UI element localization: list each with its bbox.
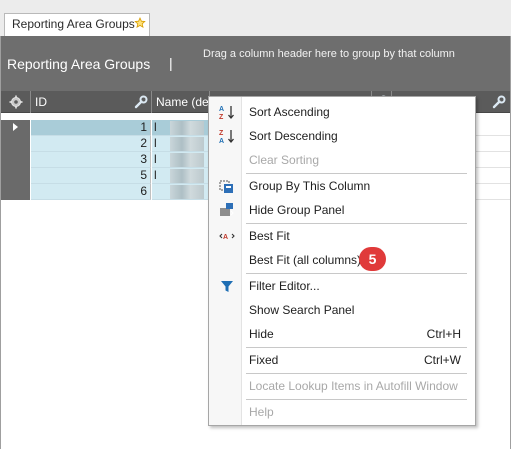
tab-reporting-area-groups[interactable]: Reporting Area Groups bbox=[4, 13, 150, 36]
name-cell-text: l bbox=[154, 168, 157, 182]
column-header-id[interactable]: ID bbox=[31, 91, 152, 113]
menu-item-best-fit-all-columns[interactable]: Best Fit (all columns) bbox=[210, 248, 476, 272]
blurred-content bbox=[170, 137, 204, 151]
menu-item-locate-lookup-items[interactable]: Locate Lookup Items in Autofill Window bbox=[210, 374, 476, 398]
menu-item-shortcut: Ctrl+H bbox=[426, 327, 461, 341]
current-row-arrow-icon bbox=[13, 123, 18, 131]
id-cell[interactable]: 2 bbox=[31, 136, 151, 152]
svg-text:A: A bbox=[219, 106, 224, 113]
row-indicator[interactable] bbox=[1, 120, 30, 136]
name-cell[interactable] bbox=[152, 184, 209, 200]
menu-item-label: Hide bbox=[249, 327, 274, 341]
tab-title: Reporting Area Groups bbox=[12, 17, 135, 31]
column-header-name[interactable]: Name (de bbox=[152, 91, 210, 113]
group-panel[interactable]: Reporting Area Groups | Drag a column he… bbox=[1, 36, 510, 91]
menu-item-label: Locate Lookup Items in Autofill Window bbox=[249, 379, 458, 393]
menu-item-label: Hide Group Panel bbox=[249, 203, 345, 217]
name-cell[interactable]: l bbox=[152, 136, 209, 152]
step-number-badge: 5 bbox=[359, 247, 386, 271]
menu-item-best-fit[interactable]: A Best Fit bbox=[210, 224, 476, 248]
column-header-name-label: Name (de bbox=[156, 95, 209, 109]
id-cell[interactable]: 5 bbox=[31, 168, 151, 184]
blurred-content bbox=[170, 121, 204, 135]
hide-group-panel-icon bbox=[220, 203, 234, 216]
menu-item-label: Best Fit bbox=[249, 229, 290, 243]
name-cell[interactable]: l bbox=[152, 168, 209, 184]
menu-item-label: Fixed bbox=[249, 353, 279, 367]
menu-item-fixed[interactable]: Fixed Ctrl+W bbox=[210, 348, 476, 372]
column-chooser-cell[interactable] bbox=[1, 91, 31, 113]
pin-icon[interactable] bbox=[134, 17, 146, 29]
group-panel-title: Reporting Area Groups bbox=[7, 56, 151, 72]
group-panel-separator: | bbox=[169, 55, 173, 71]
svg-text:A: A bbox=[219, 138, 224, 144]
gear-icon[interactable] bbox=[9, 95, 23, 109]
svg-text:Z: Z bbox=[219, 114, 224, 120]
menu-item-label: Sort Ascending bbox=[249, 105, 330, 119]
filter-icon bbox=[221, 281, 233, 292]
menu-item-label: Best Fit (all columns) bbox=[249, 253, 362, 267]
name-cell[interactable]: l bbox=[152, 120, 209, 136]
name-cell[interactable]: l bbox=[152, 152, 209, 168]
menu-item-show-search-panel[interactable]: Show Search Panel bbox=[210, 298, 476, 322]
menu-item-label: Show Search Panel bbox=[249, 303, 355, 317]
menu-item-filter-editor[interactable]: Filter Editor... bbox=[210, 274, 476, 298]
blurred-content bbox=[170, 185, 204, 199]
blurred-content bbox=[170, 169, 204, 183]
sort-ascending-icon: A Z bbox=[219, 106, 234, 120]
row-indicator[interactable] bbox=[1, 168, 30, 184]
row-indicator[interactable] bbox=[1, 152, 30, 168]
group-by-icon bbox=[219, 180, 233, 193]
svg-text:Z: Z bbox=[219, 130, 224, 137]
menu-item-sort-ascending[interactable]: A Z Sort Ascending bbox=[210, 100, 476, 124]
menu-item-shortcut: Ctrl+W bbox=[424, 353, 461, 367]
name-cell-text: l bbox=[154, 136, 157, 150]
id-cell[interactable]: 3 bbox=[31, 152, 151, 168]
menu-item-help[interactable]: Help bbox=[210, 400, 476, 424]
name-cell-text: l bbox=[154, 152, 157, 166]
menu-item-label: Group By This Column bbox=[249, 179, 371, 193]
menu-item-hide-group-panel[interactable]: Hide Group Panel bbox=[210, 198, 476, 222]
svg-text:A: A bbox=[223, 234, 228, 241]
menu-item-label: Filter Editor... bbox=[249, 279, 320, 293]
best-fit-icon: A bbox=[219, 233, 235, 241]
id-cell[interactable]: 1 bbox=[31, 120, 151, 136]
wrench-icon[interactable] bbox=[134, 95, 148, 109]
row-indicator[interactable] bbox=[1, 184, 30, 200]
menu-item-sort-descending[interactable]: Z A Sort Descending bbox=[210, 124, 476, 148]
menu-item-label: Help bbox=[249, 405, 274, 419]
document-tab-strip: Reporting Area Groups bbox=[0, 0, 511, 36]
menu-item-group-by-column[interactable]: Group By This Column bbox=[210, 174, 476, 198]
sort-descending-icon: Z A bbox=[219, 130, 234, 144]
menu-item-label: Sort Descending bbox=[249, 129, 338, 143]
menu-item-clear-sorting[interactable]: Clear Sorting bbox=[210, 148, 476, 172]
row-indicator[interactable] bbox=[1, 136, 30, 152]
name-cell-text: l bbox=[154, 120, 157, 134]
id-cell[interactable]: 6 bbox=[31, 184, 151, 200]
column-context-menu: A Z Sort Ascending Z A Sort Descending C… bbox=[208, 96, 476, 426]
menu-item-label: Clear Sorting bbox=[249, 153, 320, 167]
wrench-icon[interactable] bbox=[492, 95, 506, 109]
column-header-id-label: ID bbox=[35, 95, 47, 109]
blurred-content bbox=[170, 153, 204, 167]
group-panel-hint: Drag a column header here to group by th… bbox=[203, 48, 455, 60]
menu-item-hide[interactable]: Hide Ctrl+H bbox=[210, 322, 476, 346]
